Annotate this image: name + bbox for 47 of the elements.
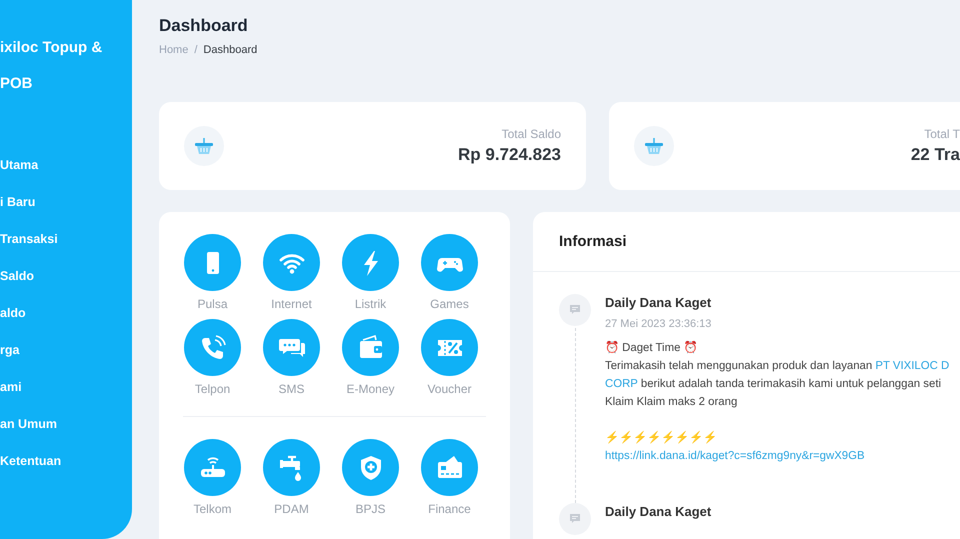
menu-item[interactable]: an Umum — [0, 413, 57, 450]
post-title: Daily Dana Kaget — [605, 295, 712, 310]
url-link[interactable]: https://link.dana.id/kaget?c=sf6zmg9ny&r=gwX9GB — [605, 447, 865, 465]
service-label[interactable]: BPJS — [355, 502, 386, 516]
basket-icon — [184, 126, 224, 166]
card-title: Informasi — [533, 212, 960, 272]
brand-name: ixiloc Topup & — [0, 38, 102, 58]
service-label[interactable]: E-Money — [346, 382, 395, 396]
service-label[interactable]: Voucher — [427, 382, 472, 396]
menu-item[interactable]: i Baru — [0, 191, 36, 228]
message-text: Klaim Klaim maks 2 orang — [605, 395, 738, 410]
company-link[interactable]: CORP — [605, 378, 638, 390]
menu-item[interactable]: ami — [0, 376, 22, 413]
service-label[interactable]: PDAM — [274, 502, 309, 516]
basket-icon — [634, 126, 674, 166]
breadcrumb-item: Dashboard — [203, 44, 258, 56]
menu-item[interactable]: Transaksi — [0, 228, 58, 265]
menu-item[interactable]: rga — [0, 339, 20, 376]
brand-name: POB — [0, 74, 33, 94]
message-icon — [559, 294, 591, 326]
menu-item[interactable]: Saldo — [0, 265, 34, 302]
service-label[interactable]: SMS — [278, 382, 304, 396]
service-label[interactable]: Internet — [271, 297, 312, 311]
message-icon — [559, 503, 591, 535]
message-text: Terimakasih telah menggunakan produk dan layanan — [605, 360, 874, 372]
menu-item[interactable]: aldo — [0, 302, 26, 339]
stat-value: Rp 9.724.823 — [458, 145, 561, 165]
breadcrumb-item[interactable]: Home — [159, 44, 188, 56]
company-link[interactable]: PT VIXILOC D — [875, 360, 950, 372]
service-label[interactable]: Listrik — [354, 297, 386, 311]
breadcrumb-separator: / — [194, 44, 198, 56]
message-text: ⚡⚡⚡⚡⚡⚡⚡⚡ — [605, 430, 717, 446]
service-label[interactable]: Telpon — [194, 382, 230, 396]
service-label[interactable]: Games — [430, 297, 469, 311]
post-title: Daily Dana Kaget — [605, 504, 712, 519]
service-label[interactable]: Telkom — [193, 502, 232, 516]
menu-item[interactable]: Ketentuan — [0, 450, 62, 487]
page-title: Dashboard — [159, 16, 249, 36]
menu-item[interactable]: Utama — [0, 154, 38, 191]
message-text: berikut adalah tanda terimakasih kami untuk pelanggan seti — [640, 378, 942, 390]
stat-value: 22 Tra — [910, 145, 960, 165]
stat-label: Total Saldo — [500, 127, 561, 141]
post-date: 27 Mei 2023 23:36:13 — [605, 318, 712, 330]
stat-label: Total T — [923, 127, 960, 141]
message-text: ⏰ Daget Time ⏰ — [605, 340, 698, 356]
service-label[interactable]: Finance — [428, 502, 471, 516]
service-label[interactable]: Pulsa — [197, 297, 228, 311]
